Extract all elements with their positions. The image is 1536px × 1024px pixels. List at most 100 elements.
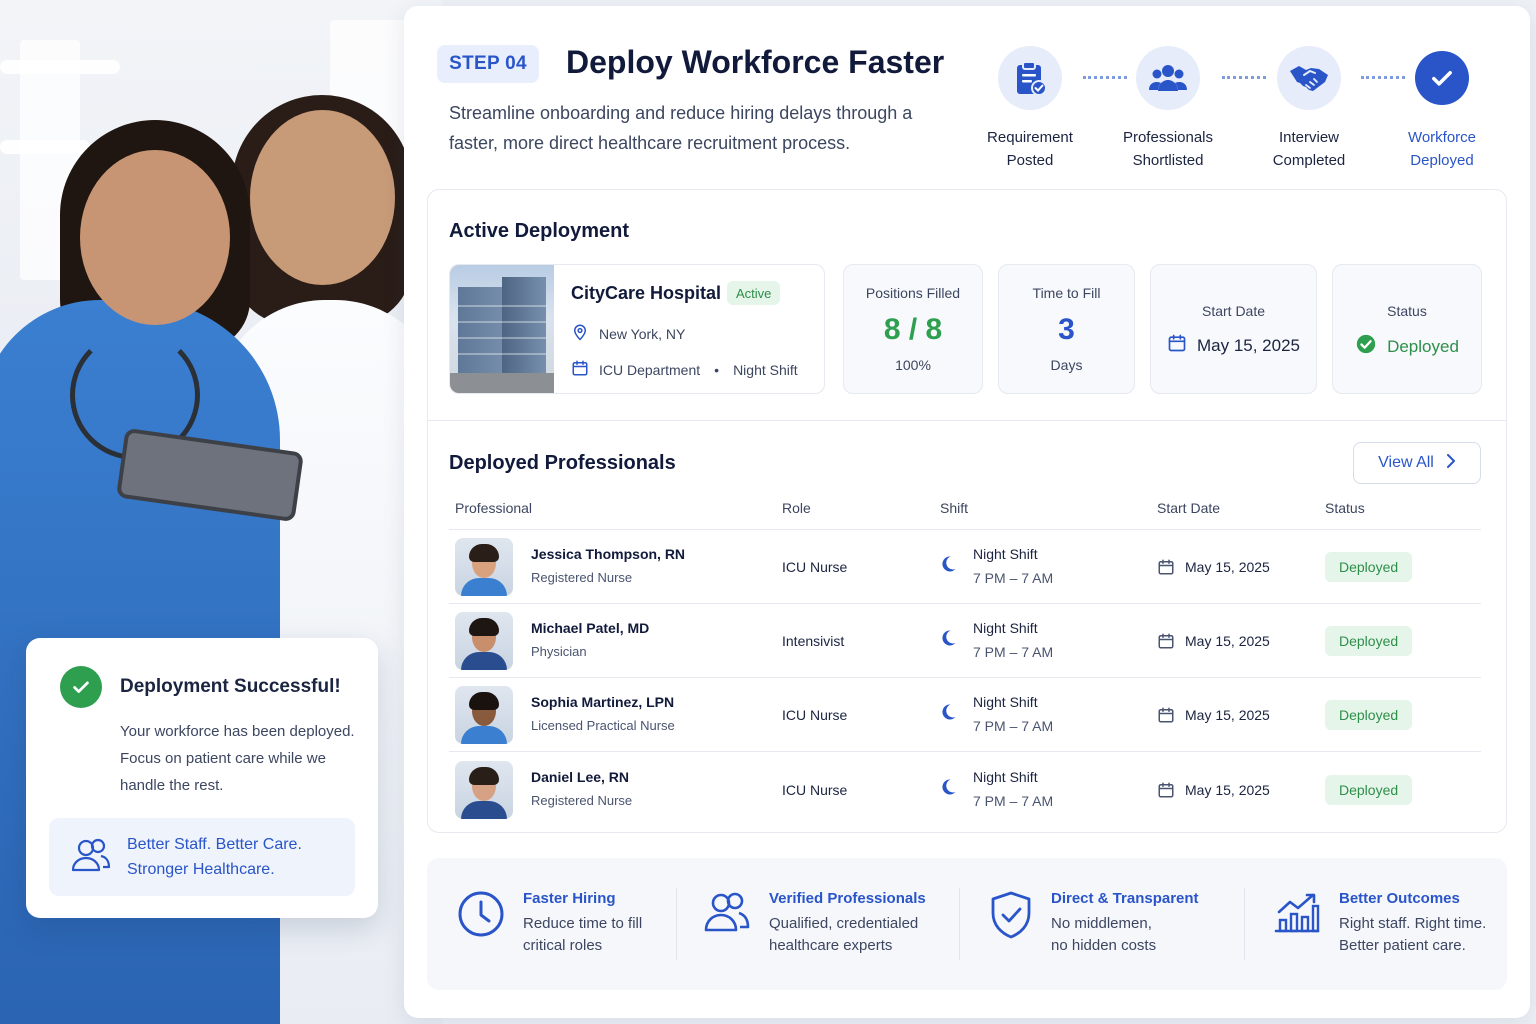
moon-icon (938, 777, 958, 802)
step-badge: STEP 04 (437, 45, 539, 83)
shift-name: Night Shift (973, 694, 1038, 710)
chevron-right-icon (1446, 453, 1456, 473)
shift-name: Night Shift (973, 620, 1038, 636)
step-requirement-posted[interactable]: Requirement Posted (960, 46, 1100, 172)
status-badge: Deployed (1325, 552, 1413, 582)
stat-label: Start Date (1201, 303, 1266, 319)
feature-text: no hidden costs (1051, 937, 1157, 954)
step-label: Workforce (1407, 129, 1477, 146)
success-text: Your workforce has been deployed. Focus … (120, 723, 355, 794)
status-badge: Deployed (1325, 700, 1413, 730)
time-to-fill-unit: Days (1050, 357, 1083, 373)
shift-name: Night Shift (973, 546, 1038, 562)
feature-title: Better Outcomes (1339, 890, 1460, 907)
separator-dot: • (714, 361, 720, 378)
column-header: Start Date (1157, 500, 1221, 516)
view-all-button[interactable]: View All (1353, 442, 1481, 484)
moon-icon (938, 702, 958, 727)
location-pin-icon (571, 323, 589, 344)
deployment-section: Active Deployment CityCare Hospital Acti… (427, 189, 1507, 833)
moon-icon (938, 554, 958, 579)
calendar-icon (1167, 333, 1187, 358)
professional-role: ICU Nurse (782, 559, 848, 575)
stat-label: Status (1387, 303, 1427, 319)
page-subtitle: Streamline onboarding and reduce hiring … (449, 103, 913, 153)
shift-hours: 7 PM – 7 AM (973, 718, 1054, 734)
calendar-icon (1157, 706, 1175, 729)
column-header: Role (782, 500, 811, 516)
table-row[interactable]: Jessica Thompson, RN Registered Nurse ICU … (449, 530, 1481, 604)
step-label: Professionals (1122, 129, 1214, 146)
step-interview-completed[interactable]: Interview Completed (1239, 46, 1379, 172)
feature-divider (959, 888, 960, 960)
feature-divider (1244, 888, 1245, 960)
success-title: Deployment Successful! (120, 676, 341, 697)
professional-role: ICU Nurse (782, 707, 848, 723)
step-professionals-shortlisted[interactable]: Professionals Shortlisted (1098, 46, 1238, 172)
step-label: Completed (1272, 152, 1346, 169)
positions-filled-stat: Positions Filled 8 / 8 100% (843, 264, 983, 394)
feature-text: critical roles (523, 937, 603, 954)
column-header: Shift (940, 500, 969, 516)
avatar (455, 612, 513, 670)
hospital-card[interactable]: CityCare Hospital Active New York, NY IC… (449, 264, 825, 394)
feature-text: healthcare experts (769, 937, 893, 954)
section-divider (428, 420, 1506, 421)
feature-text: No middlemen, (1051, 915, 1152, 932)
stat-label: Positions Filled (865, 285, 961, 301)
feature-title: Verified Professionals (769, 890, 926, 907)
professional-name: Michael Patel, MD (531, 620, 650, 636)
feature-divider (676, 888, 677, 960)
shift-hours: 7 PM – 7 AM (973, 793, 1054, 809)
start-date-value: May 15, 2025 (1196, 335, 1300, 355)
handshake-icon (1277, 46, 1341, 110)
column-header: Professional (455, 500, 533, 516)
start-date: May 15, 2025 (1185, 707, 1270, 723)
professional-title: Registered Nurse (531, 793, 633, 808)
hospital-shift: Night Shift (733, 361, 798, 378)
check-icon (1415, 51, 1469, 105)
hospital-location: New York, NY (599, 325, 686, 342)
professional-name: Daniel Lee, RN (531, 769, 630, 785)
start-date: May 15, 2025 (1185, 559, 1270, 575)
feature-text: Reduce time to fill (523, 915, 643, 932)
view-all-label: View All (1378, 454, 1434, 471)
shield-check-icon (989, 890, 1033, 957)
step-label: Shortlisted (1132, 152, 1204, 169)
users-icon (703, 890, 751, 957)
shift-name: Night Shift (973, 769, 1038, 785)
table-row[interactable]: Daniel Lee, RN Registered Nurse ICU Nurse N… (449, 753, 1481, 827)
status-stat: Status Deployed (1332, 264, 1482, 394)
avatar (455, 538, 513, 596)
feature-title: Faster Hiring (523, 890, 616, 907)
chart-growth-icon (1273, 890, 1321, 957)
step-workforce-deployed[interactable]: Workforce Deployed (1372, 46, 1512, 172)
step-label: Deployed (1410, 152, 1474, 169)
clipboard-check-icon (998, 46, 1062, 110)
professional-role: Intensivist (782, 633, 845, 649)
deployed-professionals-title: Deployed Professionals (449, 452, 676, 474)
start-date: May 15, 2025 (1185, 782, 1270, 798)
feature-text: Better patient care. (1339, 937, 1466, 954)
main-panel: STEP 04 Deploy Workforce Faster Streamli… (404, 6, 1530, 1018)
hospital-building-image (450, 265, 554, 393)
status-value: Deployed (1387, 336, 1459, 356)
table-row[interactable]: Sophia Martinez, LPN Licensed Practical N… (449, 678, 1481, 752)
clock-icon (457, 890, 505, 957)
time-to-fill-stat: Time to Fill 3 Days (998, 264, 1135, 394)
professional-role: ICU Nurse (782, 782, 848, 798)
professional-title: Registered Nurse (531, 570, 633, 585)
table-row[interactable]: Michael Patel, MD Physician Intensivist Nig… (449, 604, 1481, 678)
step-label: Requirement (987, 129, 1073, 146)
tagline-band: Better Staff. Better Care. Stronger Heal… (49, 818, 355, 896)
hospital-name: CityCare Hospital (571, 283, 722, 303)
status-badge: Deployed (1325, 775, 1413, 805)
step-label: Posted (1006, 152, 1054, 169)
hospital-department: ICU Department (599, 361, 701, 378)
features-band: Faster Hiring Reduce time to fill critica… (427, 858, 1507, 990)
calendar-icon (1157, 558, 1175, 581)
calendar-icon (571, 359, 589, 380)
time-to-fill-value: 3 (1058, 313, 1075, 346)
users-icon (71, 837, 111, 878)
professional-title: Physician (531, 644, 587, 659)
